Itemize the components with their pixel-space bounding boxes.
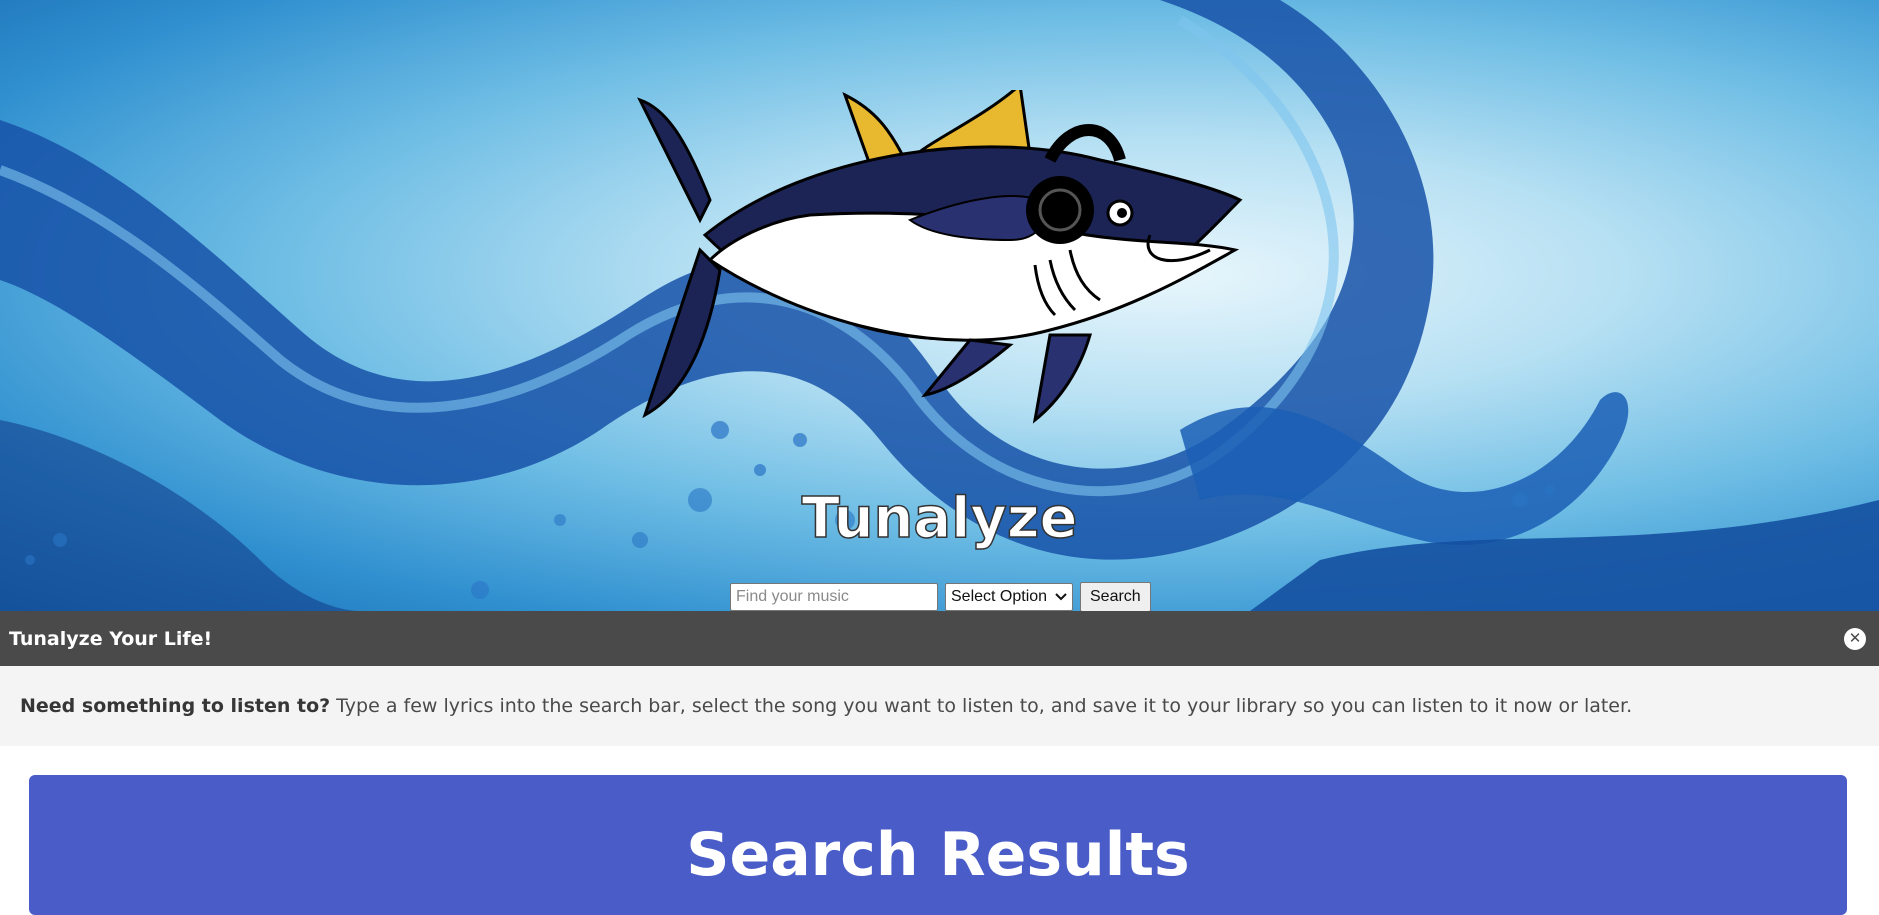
- search-results-panel: Search Results: [29, 775, 1847, 915]
- search-select-value: Select Option: [951, 588, 1048, 605]
- banner-header: Tunalyze Your Life! ✕: [0, 611, 1879, 666]
- search-option-select[interactable]: Select Option: [945, 583, 1073, 611]
- close-icon[interactable]: ✕: [1844, 627, 1866, 650]
- hero-banner: Tunalyze Select Option Search: [0, 0, 1879, 611]
- banner-lead: Need something to listen to?: [20, 695, 331, 717]
- search-results-title: Search Results: [686, 820, 1190, 890]
- tuna-with-headphones-icon: [637, 90, 1243, 424]
- banner-body: Need something to listen to? Type a few …: [0, 666, 1879, 746]
- search-input[interactable]: [730, 583, 938, 611]
- search-form: Select Option Search: [730, 582, 1151, 611]
- search-button[interactable]: Search: [1080, 582, 1151, 611]
- chevron-down-icon: [1055, 593, 1067, 601]
- site-title: Tunalyze: [801, 485, 1078, 552]
- banner-text: Type a few lyrics into the search bar, s…: [336, 695, 1633, 717]
- banner-title: Tunalyze Your Life!: [9, 627, 213, 650]
